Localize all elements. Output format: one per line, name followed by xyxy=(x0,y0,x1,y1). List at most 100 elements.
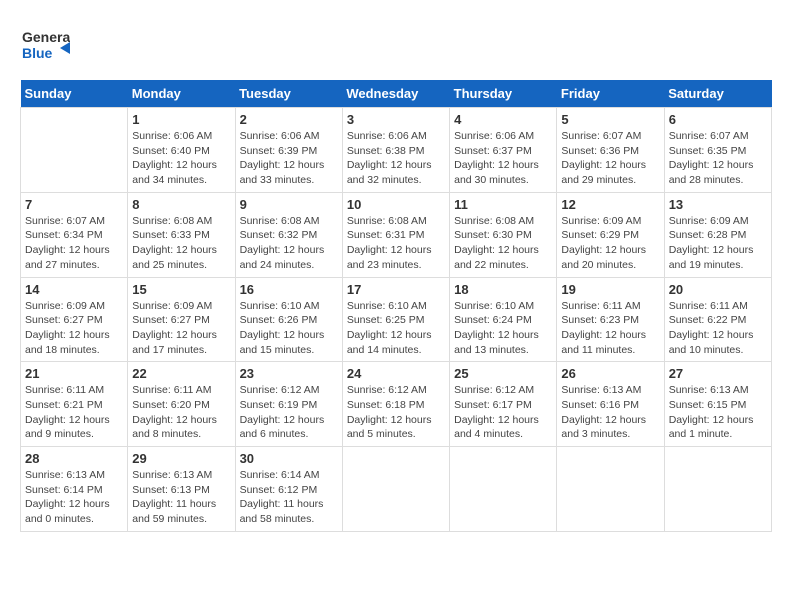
day-number: 16 xyxy=(240,282,338,297)
calendar-cell: 22 Sunrise: 6:11 AMSunset: 6:20 PMDayligh… xyxy=(128,362,235,447)
day-info: Sunrise: 6:08 AMSunset: 6:31 PMDaylight:… xyxy=(347,214,445,273)
day-number: 26 xyxy=(561,366,659,381)
header-thursday: Thursday xyxy=(450,80,557,108)
day-number: 5 xyxy=(561,112,659,127)
calendar-cell: 18 Sunrise: 6:10 AMSunset: 6:24 PMDayligh… xyxy=(450,277,557,362)
header-monday: Monday xyxy=(128,80,235,108)
day-number: 3 xyxy=(347,112,445,127)
day-info: Sunrise: 6:12 AMSunset: 6:17 PMDaylight:… xyxy=(454,383,552,442)
day-info: Sunrise: 6:12 AMSunset: 6:18 PMDaylight:… xyxy=(347,383,445,442)
calendar-cell: 29 Sunrise: 6:13 AMSunset: 6:13 PMDayligh… xyxy=(128,447,235,532)
svg-text:General: General xyxy=(22,29,70,45)
calendar-cell xyxy=(342,447,449,532)
header-friday: Friday xyxy=(557,80,664,108)
day-info: Sunrise: 6:12 AMSunset: 6:19 PMDaylight:… xyxy=(240,383,338,442)
day-number: 19 xyxy=(561,282,659,297)
day-info: Sunrise: 6:09 AMSunset: 6:28 PMDaylight:… xyxy=(669,214,767,273)
day-info: Sunrise: 6:07 AMSunset: 6:34 PMDaylight:… xyxy=(25,214,123,273)
day-number: 23 xyxy=(240,366,338,381)
calendar-cell xyxy=(21,108,128,193)
day-info: Sunrise: 6:11 AMSunset: 6:21 PMDaylight:… xyxy=(25,383,123,442)
day-info: Sunrise: 6:06 AMSunset: 6:37 PMDaylight:… xyxy=(454,129,552,188)
day-info: Sunrise: 6:14 AMSunset: 6:12 PMDaylight:… xyxy=(240,468,338,527)
day-info: Sunrise: 6:09 AMSunset: 6:27 PMDaylight:… xyxy=(25,299,123,358)
day-number: 20 xyxy=(669,282,767,297)
day-number: 8 xyxy=(132,197,230,212)
day-info: Sunrise: 6:09 AMSunset: 6:27 PMDaylight:… xyxy=(132,299,230,358)
day-info: Sunrise: 6:06 AMSunset: 6:38 PMDaylight:… xyxy=(347,129,445,188)
calendar-cell: 12Sunrise: 6:09 AMSunset: 6:29 PMDayligh… xyxy=(557,192,664,277)
logo: General Blue xyxy=(20,20,74,70)
calendar-cell: 14 Sunrise: 6:09 AMSunset: 6:27 PMDayligh… xyxy=(21,277,128,362)
day-info: Sunrise: 6:06 AMSunset: 6:39 PMDaylight:… xyxy=(240,129,338,188)
day-info: Sunrise: 6:13 AMSunset: 6:13 PMDaylight:… xyxy=(132,468,230,527)
week-row-1: 7 Sunrise: 6:07 AMSunset: 6:34 PMDaylight… xyxy=(21,192,772,277)
week-row-0: 1Sunrise: 6:06 AMSunset: 6:40 PMDaylight… xyxy=(21,108,772,193)
calendar-cell: 17 Sunrise: 6:10 AMSunset: 6:25 PMDayligh… xyxy=(342,277,449,362)
calendar-cell: 20 Sunrise: 6:11 AMSunset: 6:22 PMDayligh… xyxy=(664,277,771,362)
calendar-cell: 30Sunrise: 6:14 AMSunset: 6:12 PMDayligh… xyxy=(235,447,342,532)
day-info: Sunrise: 6:10 AMSunset: 6:26 PMDaylight:… xyxy=(240,299,338,358)
calendar-cell: 4 Sunrise: 6:06 AMSunset: 6:37 PMDaylight… xyxy=(450,108,557,193)
day-number: 6 xyxy=(669,112,767,127)
calendar-cell xyxy=(450,447,557,532)
header-saturday: Saturday xyxy=(664,80,771,108)
day-info: Sunrise: 6:13 AMSunset: 6:14 PMDaylight:… xyxy=(25,468,123,527)
day-number: 14 xyxy=(25,282,123,297)
day-number: 9 xyxy=(240,197,338,212)
day-info: Sunrise: 6:13 AMSunset: 6:16 PMDaylight:… xyxy=(561,383,659,442)
day-info: Sunrise: 6:07 AMSunset: 6:36 PMDaylight:… xyxy=(561,129,659,188)
day-info: Sunrise: 6:10 AMSunset: 6:24 PMDaylight:… xyxy=(454,299,552,358)
day-info: Sunrise: 6:07 AMSunset: 6:35 PMDaylight:… xyxy=(669,129,767,188)
calendar-cell: 23 Sunrise: 6:12 AMSunset: 6:19 PMDayligh… xyxy=(235,362,342,447)
calendar-cell: 21Sunrise: 6:11 AMSunset: 6:21 PMDayligh… xyxy=(21,362,128,447)
calendar-cell: 3 Sunrise: 6:06 AMSunset: 6:38 PMDaylight… xyxy=(342,108,449,193)
day-number: 15 xyxy=(132,282,230,297)
calendar-cell: 10 Sunrise: 6:08 AMSunset: 6:31 PMDayligh… xyxy=(342,192,449,277)
calendar-cell: 15 Sunrise: 6:09 AMSunset: 6:27 PMDayligh… xyxy=(128,277,235,362)
week-row-3: 21Sunrise: 6:11 AMSunset: 6:21 PMDayligh… xyxy=(21,362,772,447)
day-number: 18 xyxy=(454,282,552,297)
header-sunday: Sunday xyxy=(21,80,128,108)
day-number: 28 xyxy=(25,451,123,466)
day-info: Sunrise: 6:11 AMSunset: 6:20 PMDaylight:… xyxy=(132,383,230,442)
calendar-cell: 16 Sunrise: 6:10 AMSunset: 6:26 PMDayligh… xyxy=(235,277,342,362)
calendar-cell: 26 Sunrise: 6:13 AMSunset: 6:16 PMDayligh… xyxy=(557,362,664,447)
day-number: 27 xyxy=(669,366,767,381)
calendar-header-row: SundayMondayTuesdayWednesdayThursdayFrid… xyxy=(21,80,772,108)
calendar-cell: 13Sunrise: 6:09 AMSunset: 6:28 PMDayligh… xyxy=(664,192,771,277)
day-number: 12 xyxy=(561,197,659,212)
calendar-cell: 7 Sunrise: 6:07 AMSunset: 6:34 PMDaylight… xyxy=(21,192,128,277)
day-info: Sunrise: 6:11 AMSunset: 6:22 PMDaylight:… xyxy=(669,299,767,358)
day-number: 7 xyxy=(25,197,123,212)
day-info: Sunrise: 6:10 AMSunset: 6:25 PMDaylight:… xyxy=(347,299,445,358)
day-info: Sunrise: 6:08 AMSunset: 6:30 PMDaylight:… xyxy=(454,214,552,273)
day-number: 10 xyxy=(347,197,445,212)
calendar-cell: 9Sunrise: 6:08 AMSunset: 6:32 PMDaylight… xyxy=(235,192,342,277)
day-number: 25 xyxy=(454,366,552,381)
header-tuesday: Tuesday xyxy=(235,80,342,108)
day-number: 4 xyxy=(454,112,552,127)
calendar-cell: 8Sunrise: 6:08 AMSunset: 6:33 PMDaylight… xyxy=(128,192,235,277)
calendar-cell: 6 Sunrise: 6:07 AMSunset: 6:35 PMDaylight… xyxy=(664,108,771,193)
week-row-2: 14 Sunrise: 6:09 AMSunset: 6:27 PMDayligh… xyxy=(21,277,772,362)
day-number: 11 xyxy=(454,197,552,212)
calendar-cell: 28 Sunrise: 6:13 AMSunset: 6:14 PMDayligh… xyxy=(21,447,128,532)
calendar-cell xyxy=(557,447,664,532)
day-number: 1 xyxy=(132,112,230,127)
calendar-cell: 11 Sunrise: 6:08 AMSunset: 6:30 PMDayligh… xyxy=(450,192,557,277)
day-number: 17 xyxy=(347,282,445,297)
day-number: 24 xyxy=(347,366,445,381)
calendar-cell: 1Sunrise: 6:06 AMSunset: 6:40 PMDaylight… xyxy=(128,108,235,193)
page-header: General Blue xyxy=(20,20,772,70)
day-info: Sunrise: 6:11 AMSunset: 6:23 PMDaylight:… xyxy=(561,299,659,358)
day-number: 22 xyxy=(132,366,230,381)
calendar-cell: 27Sunrise: 6:13 AMSunset: 6:15 PMDayligh… xyxy=(664,362,771,447)
calendar-cell: 5 Sunrise: 6:07 AMSunset: 6:36 PMDaylight… xyxy=(557,108,664,193)
calendar-cell: 2 Sunrise: 6:06 AMSunset: 6:39 PMDaylight… xyxy=(235,108,342,193)
day-number: 2 xyxy=(240,112,338,127)
header-wednesday: Wednesday xyxy=(342,80,449,108)
calendar-cell xyxy=(664,447,771,532)
calendar-table: SundayMondayTuesdayWednesdayThursdayFrid… xyxy=(20,80,772,532)
day-number: 29 xyxy=(132,451,230,466)
